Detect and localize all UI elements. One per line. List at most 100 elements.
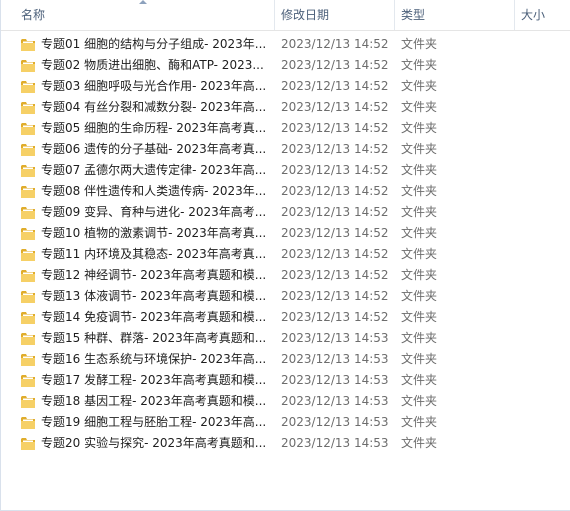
file-name[interactable]: 专题20 实验与探究- 2023年高考真题和...: [41, 433, 271, 454]
row-icon-cell: [20, 286, 38, 307]
file-date-modified: 2023/12/13 14:52: [281, 121, 389, 135]
file-name[interactable]: 专题06 遗传的分子基础- 2023年高考真...: [41, 139, 271, 160]
row-icon-cell: [20, 265, 38, 286]
folder-icon: [20, 437, 36, 451]
column-header-name[interactable]: 名称: [15, 0, 275, 30]
file-date-modified: 2023/12/13 14:52: [281, 100, 389, 114]
file-date-modified: 2023/12/13 14:52: [281, 226, 389, 240]
file-explorer-window: 名称 修改日期 类型 大小 专题01 细胞的结构与分子组成- 2023年... 2…: [0, 0, 570, 511]
file-name[interactable]: 专题19 细胞工程与胚胎工程- 2023年高...: [41, 412, 271, 433]
column-header-name-label: 名称: [21, 8, 46, 22]
folder-icon: [20, 101, 36, 115]
file-list-row[interactable]: 专题04 有丝分裂和减数分裂- 2023年高... 2023/12/13 14:5…: [1, 97, 570, 118]
file-name[interactable]: 专题14 免疫调节- 2023年高考真题和模...: [41, 307, 271, 328]
file-date-modified: 2023/12/13 14:52: [281, 247, 389, 261]
file-list-row[interactable]: 专题02 物质进出细胞、酶和ATP- 2023... 2023/12/13 14:…: [1, 55, 570, 76]
file-date-modified: 2023/12/13 14:52: [281, 163, 389, 177]
file-list-row[interactable]: 专题09 变异、育种与进化- 2023年高考... 2023/12/13 14:5…: [1, 202, 570, 223]
file-name[interactable]: 专题17 发酵工程- 2023年高考真题和模...: [41, 370, 271, 391]
folder-icon: [20, 290, 36, 304]
file-name[interactable]: 专题04 有丝分裂和减数分裂- 2023年高...: [41, 97, 271, 118]
file-name[interactable]: 专题01 细胞的结构与分子组成- 2023年...: [41, 34, 271, 55]
file-date-modified: 2023/12/13 14:53: [281, 394, 389, 408]
folder-icon: [20, 164, 36, 178]
folder-icon: [20, 38, 36, 52]
column-header-date-modified[interactable]: 修改日期: [275, 0, 395, 30]
column-header-bar: 名称 修改日期 类型 大小: [1, 0, 570, 31]
file-type: 文件夹: [401, 310, 438, 324]
file-date-modified: 2023/12/13 14:52: [281, 58, 389, 72]
file-list-row[interactable]: 专题18 基因工程- 2023年高考真题和模... 2023/12/13 14:5…: [1, 391, 570, 412]
row-icon-cell: [20, 328, 38, 349]
folder-icon: [20, 59, 36, 73]
folder-icon: [20, 269, 36, 283]
folder-icon: [20, 248, 36, 262]
file-list-row[interactable]: 专题17 发酵工程- 2023年高考真题和模... 2023/12/13 14:5…: [1, 370, 570, 391]
file-type: 文件夹: [401, 142, 438, 156]
file-list-row[interactable]: 专题14 免疫调节- 2023年高考真题和模... 2023/12/13 14:5…: [1, 307, 570, 328]
row-icon-cell: [20, 223, 38, 244]
column-header-size-label: 大小: [521, 8, 546, 22]
file-list-row[interactable]: 专题11 内环境及其稳态- 2023年高考真... 2023/12/13 14:5…: [1, 244, 570, 265]
column-header-type[interactable]: 类型: [395, 0, 515, 30]
file-list-row[interactable]: 专题10 植物的激素调节- 2023年高考真... 2023/12/13 14:5…: [1, 223, 570, 244]
row-icon-cell: [20, 97, 38, 118]
file-list-row[interactable]: 专题01 细胞的结构与分子组成- 2023年... 2023/12/13 14:5…: [1, 34, 570, 55]
file-list: 专题01 细胞的结构与分子组成- 2023年... 2023/12/13 14:5…: [1, 34, 570, 454]
file-date-modified: 2023/12/13 14:53: [281, 352, 389, 366]
sort-ascending-icon: [139, 0, 147, 4]
file-list-row[interactable]: 专题15 种群、群落- 2023年高考真题和... 2023/12/13 14:5…: [1, 328, 570, 349]
file-name[interactable]: 专题08 伴性遗传和人类遗传病- 2023年...: [41, 181, 271, 202]
row-icon-cell: [20, 76, 38, 97]
column-header-size[interactable]: 大小: [515, 0, 570, 30]
file-date-modified: 2023/12/13 14:52: [281, 289, 389, 303]
file-list-row[interactable]: 专题13 体液调节- 2023年高考真题和模... 2023/12/13 14:5…: [1, 286, 570, 307]
file-date-modified: 2023/12/13 14:53: [281, 331, 389, 345]
file-type: 文件夹: [401, 352, 438, 366]
file-name[interactable]: 专题11 内环境及其稳态- 2023年高考真...: [41, 244, 271, 265]
file-type: 文件夹: [401, 205, 438, 219]
file-date-modified: 2023/12/13 14:52: [281, 79, 389, 93]
file-list-row[interactable]: 专题03 细胞呼吸与光合作用- 2023年高... 2023/12/13 14:5…: [1, 76, 570, 97]
file-name[interactable]: 专题12 神经调节- 2023年高考真题和模...: [41, 265, 271, 286]
file-list-row[interactable]: 专题08 伴性遗传和人类遗传病- 2023年... 2023/12/13 14:5…: [1, 181, 570, 202]
file-list-row[interactable]: 专题19 细胞工程与胚胎工程- 2023年高... 2023/12/13 14:5…: [1, 412, 570, 433]
row-icon-cell: [20, 118, 38, 139]
row-icon-cell: [20, 202, 38, 223]
file-type: 文件夹: [401, 37, 438, 51]
file-name[interactable]: 专题15 种群、群落- 2023年高考真题和...: [41, 328, 271, 349]
file-type: 文件夹: [401, 415, 438, 429]
file-type: 文件夹: [401, 436, 438, 450]
file-name[interactable]: 专题18 基因工程- 2023年高考真题和模...: [41, 391, 271, 412]
row-icon-cell: [20, 139, 38, 160]
file-date-modified: 2023/12/13 14:52: [281, 310, 389, 324]
row-icon-cell: [20, 55, 38, 76]
file-type: 文件夹: [401, 373, 438, 387]
file-type: 文件夹: [401, 184, 438, 198]
row-icon-cell: [20, 181, 38, 202]
folder-icon: [20, 332, 36, 346]
file-list-row[interactable]: 专题20 实验与探究- 2023年高考真题和... 2023/12/13 14:5…: [1, 433, 570, 454]
file-name[interactable]: 专题05 细胞的生命历程- 2023年高考真...: [41, 118, 271, 139]
row-icon-cell: [20, 412, 38, 433]
row-icon-cell: [20, 244, 38, 265]
file-name[interactable]: 专题03 细胞呼吸与光合作用- 2023年高...: [41, 76, 271, 97]
file-date-modified: 2023/12/13 14:52: [281, 205, 389, 219]
folder-icon: [20, 395, 36, 409]
file-date-modified: 2023/12/13 14:53: [281, 415, 389, 429]
folder-icon: [20, 143, 36, 157]
file-name[interactable]: 专题07 孟德尔两大遗传定律- 2023年高...: [41, 160, 271, 181]
file-list-row[interactable]: 专题07 孟德尔两大遗传定律- 2023年高... 2023/12/13 14:5…: [1, 160, 570, 181]
file-name[interactable]: 专题09 变异、育种与进化- 2023年高考...: [41, 202, 271, 223]
file-list-row[interactable]: 专题12 神经调节- 2023年高考真题和模... 2023/12/13 14:5…: [1, 265, 570, 286]
file-name[interactable]: 专题10 植物的激素调节- 2023年高考真...: [41, 223, 271, 244]
file-list-row[interactable]: 专题16 生态系统与环境保护- 2023年高... 2023/12/13 14:5…: [1, 349, 570, 370]
file-type: 文件夹: [401, 289, 438, 303]
file-name[interactable]: 专题13 体液调节- 2023年高考真题和模...: [41, 286, 271, 307]
file-name[interactable]: 专题02 物质进出细胞、酶和ATP- 2023...: [41, 55, 271, 76]
file-list-row[interactable]: 专题06 遗传的分子基础- 2023年高考真... 2023/12/13 14:5…: [1, 139, 570, 160]
row-icon-cell: [20, 307, 38, 328]
folder-icon: [20, 122, 36, 136]
file-list-row[interactable]: 专题05 细胞的生命历程- 2023年高考真... 2023/12/13 14:5…: [1, 118, 570, 139]
file-name[interactable]: 专题16 生态系统与环境保护- 2023年高...: [41, 349, 271, 370]
